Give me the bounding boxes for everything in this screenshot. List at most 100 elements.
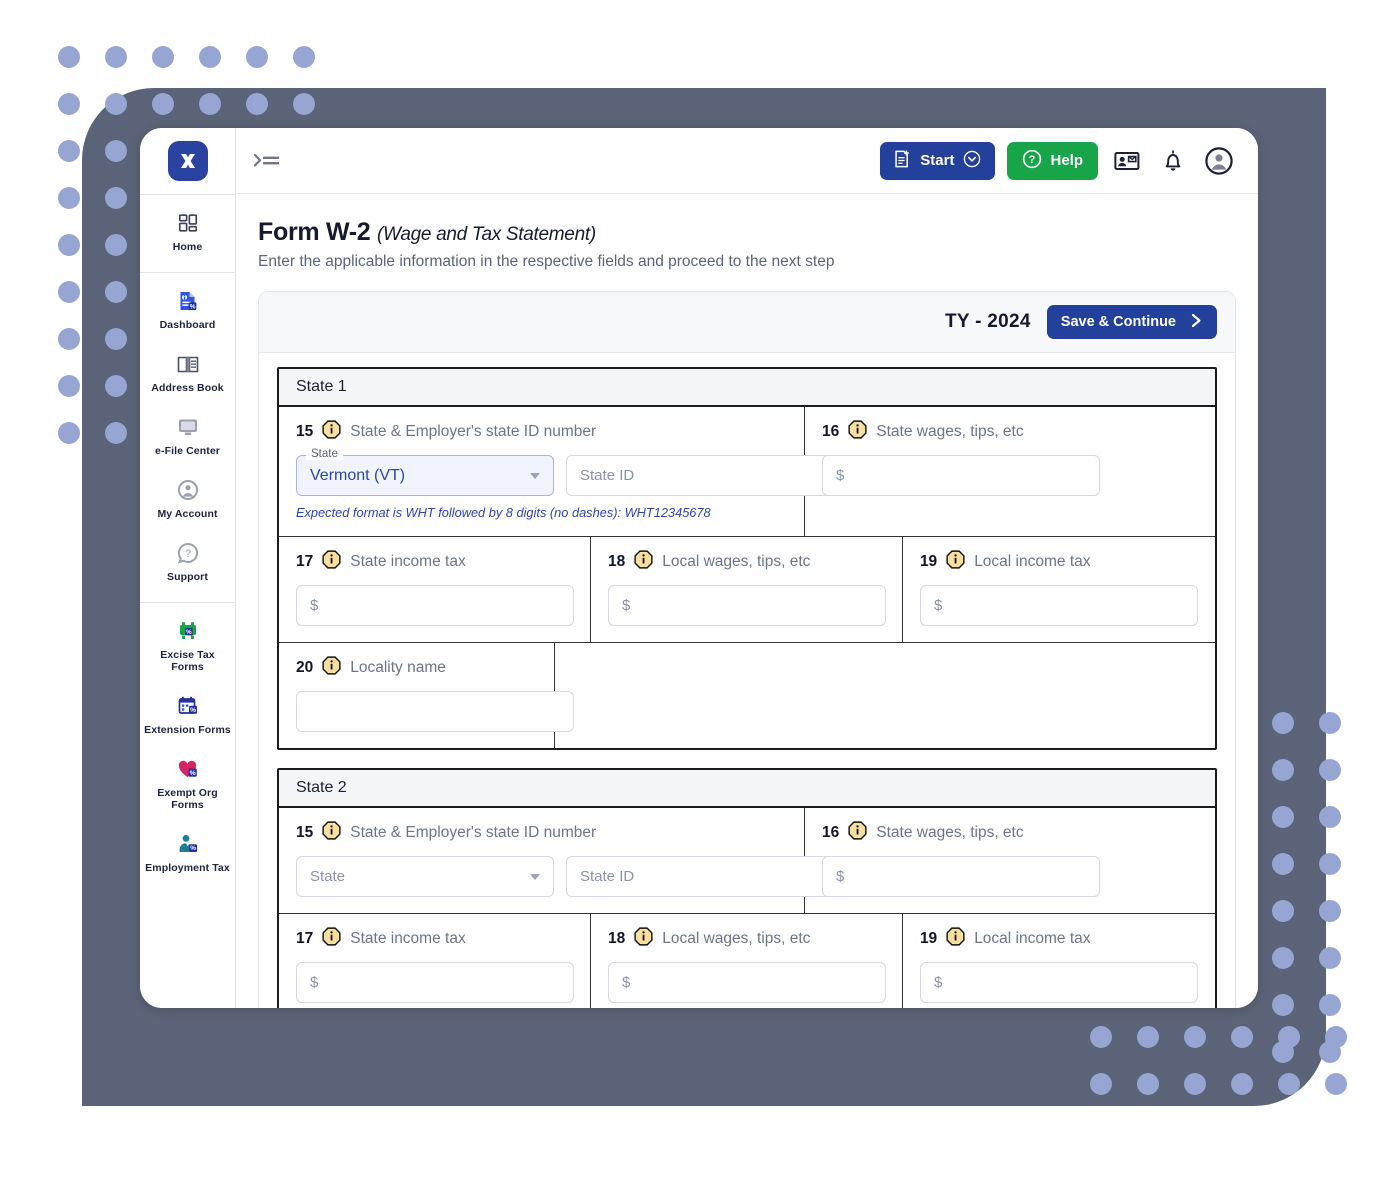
state-2-local-income-tax-input[interactable] [919,962,1198,1003]
state-1-row-15-16: 15 State & Employer's state ID number St… [279,407,1215,536]
save-and-continue-button[interactable]: Save & Continue [1046,305,1217,339]
box-15-label: 15 State & Employer's state ID number [296,821,787,845]
info-octagon-icon[interactable] [946,550,965,574]
svg-text:?: ? [1029,153,1036,165]
start-button[interactable]: Start [880,141,996,180]
decorative-dot [1137,1026,1159,1048]
sidebar-item-efile-center[interactable]: e-File Center [140,403,235,466]
svg-text:%: % [189,770,195,777]
decorative-dot [1272,759,1294,781]
state-2-state-wages-input[interactable] [822,856,1101,897]
state-2-state-income-tax-input[interactable] [296,962,574,1003]
info-octagon-icon[interactable] [848,420,867,444]
app-logo[interactable] [140,128,235,194]
decorative-dot [105,140,127,162]
state-1-box-15-inputs: State Vermont (VT) [296,448,884,496]
state-1-local-income-tax-input[interactable] [919,585,1198,626]
svg-text:%: % [190,845,196,852]
sidebar-item-excise-tax-forms[interactable]: % Excise Tax Forms [140,607,235,682]
info-octagon-icon[interactable] [322,420,341,444]
decorative-dot [58,46,80,68]
chevron-down-icon [530,873,540,880]
sidebar-item-extension-forms[interactable]: % Extension Forms [140,682,235,745]
box-18-label: 18 Local wages, tips, etc [608,550,885,574]
state-select-control[interactable]: Vermont (VT) [296,455,554,496]
state-1-row-17-18-19: 17 State income tax $ 18 Local wages, ti… [279,536,1215,642]
decorative-dot [1319,806,1341,828]
state-1-state-income-tax-input[interactable] [296,585,574,626]
state-1-box-20: 20 Locality name [279,643,574,748]
page-content: Form W-2 (Wage and Tax Statement) Enter … [236,194,1258,1008]
decorative-dot [1231,1026,1253,1048]
info-octagon-icon[interactable] [946,927,965,951]
box-16-label-text: State wages, tips, etc [876,824,1024,841]
info-octagon-icon[interactable] [322,656,341,680]
box-19-label-text: Local income tax [974,553,1091,570]
decorative-dot [1231,1073,1253,1095]
sidebar-group-3: % Excise Tax Forms % Extension Forms % E… [140,602,235,893]
info-octagon-icon[interactable] [322,550,341,574]
box-20-label-text: Locality name [350,659,446,676]
start-button-label: Start [920,152,955,169]
state-1-row-20-empty-cell [555,643,1215,748]
state-2-local-wages-input[interactable] [607,962,886,1003]
help-button[interactable]: ? Help [1007,141,1098,180]
decorative-dot [1272,712,1294,734]
state-1-local-wages-input[interactable] [607,585,886,626]
decorative-dot [1272,900,1294,922]
info-octagon-icon[interactable] [322,821,341,845]
decorative-dot [105,46,127,68]
person-tax-icon: % [176,831,200,857]
decorative-dot [105,234,127,256]
info-octagon-icon[interactable] [634,927,653,951]
state-select-control[interactable]: State [296,856,554,897]
decorative-dot [58,93,80,115]
box-number: 18 [607,930,626,947]
state-1-state-select[interactable]: State Vermont (VT) [296,448,554,496]
decorative-dot [58,234,80,256]
decorative-dot [1272,806,1294,828]
decorative-dot [152,93,174,115]
sidebar-item-my-account[interactable]: My Account [140,466,235,529]
contact-card-icon[interactable] [1110,144,1144,178]
state-1-state-wages-input[interactable] [822,455,1101,496]
box-15-label-text: State & Employer's state ID number [350,824,597,841]
sidebar-item-exempt-org-forms[interactable]: % Exempt Org Forms [140,745,235,820]
notification-bell-icon[interactable] [1156,144,1190,178]
state-2-state-select[interactable]: State [296,856,554,897]
account-avatar-icon[interactable] [1202,144,1236,178]
info-octagon-icon[interactable] [634,550,653,574]
monitor-icon [176,414,200,440]
page-title-subtitle: (Wage and Tax Statement) [377,224,596,245]
box-18-label: 18 Local wages, tips, etc [608,927,885,951]
decorative-dot [1272,994,1294,1016]
sidebar-item-employment-tax[interactable]: % Employment Tax [140,820,235,883]
decorative-dot [246,46,268,68]
heart-tax-icon: % [176,756,200,782]
box-18-label-text: Local wages, tips, etc [662,930,811,947]
decorative-dot [58,281,80,303]
info-octagon-icon[interactable] [848,821,867,845]
box-16-label: 16 State wages, tips, etc [822,420,1198,444]
box-17-label: 17 State income tax [296,550,573,574]
box-15-label: 15 State & Employer's state ID number [296,420,787,444]
sidebar-item-dashboard[interactable]: % Dashboard [140,277,235,340]
box-number: 15 [296,824,314,841]
chevron-right-icon [1190,313,1203,332]
sidebar-item-label: Home [172,241,203,253]
box-15-label-text: State & Employer's state ID number [350,423,597,440]
state-2-box-17: 17 State income tax $ [279,914,591,1008]
state-1-locality-name-input[interactable] [296,691,574,732]
decorative-dot [152,46,174,68]
open-book-icon [176,351,200,377]
decorative-dot [58,140,80,162]
page-title-main: Form W-2 [258,218,371,246]
box-number: 19 [919,930,938,947]
sidebar-item-home[interactable]: Home [140,199,235,262]
decorative-dot [199,93,221,115]
sidebar-item-support[interactable]: ? Support [140,529,235,592]
collapse-menu-icon[interactable] [254,148,284,174]
info-octagon-icon[interactable] [322,927,341,951]
sidebar-item-label: Address Book [151,382,224,394]
sidebar-item-address-book[interactable]: Address Book [140,340,235,403]
